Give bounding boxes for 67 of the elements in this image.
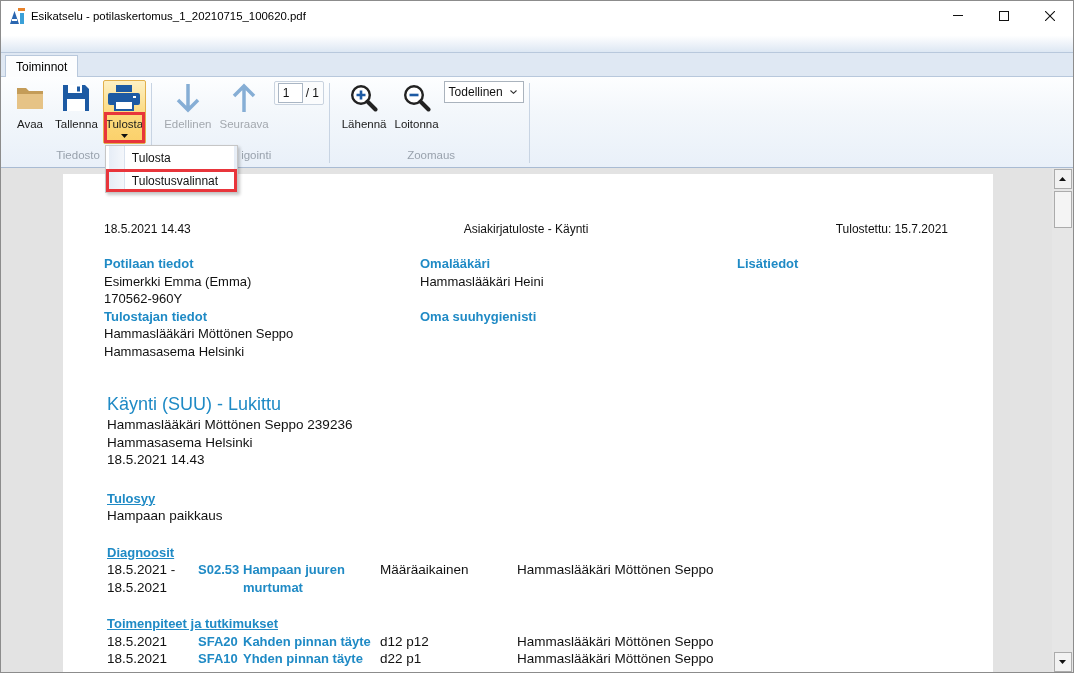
section-heading: Diagnoosit [107,543,175,561]
menu-item[interactable]: Tulosta [105,146,237,169]
section-heading: Toimenpiteet ja tutkimukset [107,615,278,633]
info-heading: Omalääkäri [420,255,491,273]
zoom-in-button[interactable]: Lähennä [338,80,390,144]
visit-detail-text: Hammasasema Helsinki [107,433,253,451]
ribbon-tab[interactable]: Toiminnot [5,55,79,77]
table-cell: SFA10 [198,650,238,668]
info-text: Hammasasema Helsinki [104,342,245,360]
info-heading: Oma suuhygienisti [420,307,537,325]
print-button[interactable]: Tulosta [102,80,147,144]
table-cell-text: 18.5.2021 - 18.5.2021 [107,561,177,596]
window-title: Esikatselu - potilaskertomus_1_20210715_100620.pdf [31,9,306,22]
visit-detail-text: 18.5.2021 14.43 [107,451,205,469]
section-heading: Tulosyy [107,489,156,507]
info-heading: Lisätiedot [737,255,799,273]
table-cell: d12 p12 [380,632,429,650]
open-button[interactable]: Avaa [10,80,50,144]
printer-icon [108,85,141,111]
document-type-text: Asiakirjatuloste - Käynti [463,221,589,238]
caret-icon [121,134,128,138]
info-heading: Tulostajan tiedot [104,307,208,325]
table-cell: SFA20 [198,632,238,650]
save-button[interactable]: Tallenna [52,80,101,144]
zoom-out-button[interactable]: Loitonna [391,80,442,144]
table-cell: S02.53 [198,561,240,579]
visit-title: Käynti (SUU) - Lukittu [107,393,282,416]
info-text: 170562-960Y [104,290,183,308]
scroll-down-button[interactable] [1053,652,1072,672]
info-text: Hammaslääkäri Möttönen Seppo [104,325,294,343]
info-heading: Potilaan tiedot [104,255,194,273]
visit-date-text: 18.5.2021 14.43 [104,221,192,238]
down-triangle-icon [1059,660,1066,664]
scroll-up-button[interactable] [1053,169,1072,189]
table-cell: Hammaslääkäri Möttönen Seppo [517,632,714,650]
table-cell: 18.5.2021 [107,632,168,650]
group-label: igointi [241,148,272,163]
table-cell: Kahden pinnan täyte [243,632,371,650]
table-cell: d22 p1 [380,650,422,668]
page-number-input[interactable]: 1 [277,83,303,103]
section-text: Hampaan paikkaus [107,507,223,525]
info-text: Hammaslääkäri Heini [420,272,544,290]
table-cell: Yhden pinnan täyte [243,650,363,668]
table-cell: Määräaikainen [380,561,469,579]
zoom-out-icon [402,84,431,112]
chevron-icon [509,90,517,94]
table-cell: Hammaslääkäri Möttönen Seppo [517,650,714,668]
group-label: Zoomaus [407,148,456,163]
table-cell-text: Hampaan juuren murtumat [243,561,346,596]
table-cell: Hammaslääkäri Möttönen Seppo [517,561,714,579]
zoom-in-icon [350,84,379,112]
group-label: Tiedosto [56,148,100,163]
page-total: / 1 [305,86,320,100]
scrollbar-thumb[interactable] [1053,191,1072,228]
up-triangle-icon [1059,177,1066,181]
save-icon [63,85,90,111]
menu-item[interactable]: Tulostusvalinnat [105,169,237,192]
table-cell: 18.5.2021 [107,650,168,668]
visit-detail-text: Hammaslääkäri Möttönen Seppo 239236 [107,416,353,434]
maximize-icon [999,10,1009,21]
info-text: Esimerkki Emma (Emma) [104,272,252,290]
app-icon [9,7,25,24]
folder-icon [16,86,44,110]
zoom-dropdown[interactable]: Todellinen [443,81,524,103]
minimize-icon [953,15,963,16]
close-icon [1045,10,1055,21]
print-date-text: Tulostettu: 15.7.2021 [835,221,948,238]
